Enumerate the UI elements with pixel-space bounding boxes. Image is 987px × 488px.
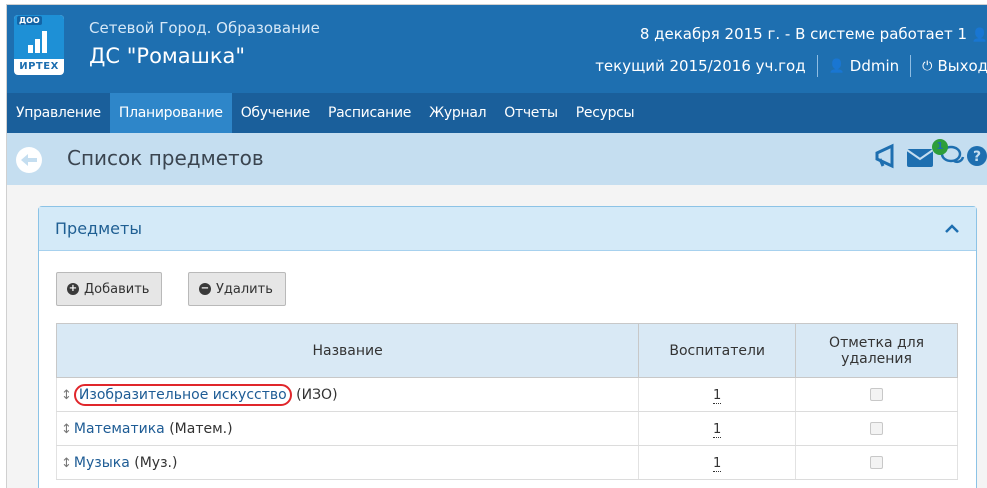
page-title: Список предметов bbox=[67, 146, 264, 170]
app-window: ДОО ИРТЕХ Сетевой Город. Образование ДС … bbox=[6, 4, 987, 488]
user-name[interactable]: Ddmin bbox=[850, 57, 899, 75]
teachers-cell: 1 bbox=[638, 411, 797, 446]
teachers-cell: 1 bbox=[638, 445, 797, 480]
messages-button[interactable]: 1 bbox=[906, 139, 948, 169]
table-row: ↕ Математика (Матем.) 1 bbox=[55, 411, 958, 446]
column-header-teachers[interactable]: Воспитатели bbox=[638, 323, 797, 378]
main-nav: Управление Планирование Обучение Расписа… bbox=[7, 93, 987, 133]
column-header-delete-mark: Отметка для удаления bbox=[795, 323, 958, 378]
delete-mark-cell bbox=[795, 411, 958, 446]
drag-handle-icon[interactable]: ↕ bbox=[61, 388, 72, 403]
logo-brand: ИРТЕХ bbox=[19, 61, 59, 72]
nav-item-reports[interactable]: Отчеты bbox=[495, 93, 566, 133]
logo-badge: ДОО bbox=[17, 16, 42, 25]
divider bbox=[910, 55, 912, 77]
subject-link[interactable]: Математика bbox=[74, 421, 165, 437]
delete-button-label: Удалить bbox=[216, 281, 273, 297]
school-year[interactable]: текущий 2015/2016 уч.год bbox=[595, 57, 805, 75]
date-status-text: 8 декабря 2015 г. - В системе работает 1 bbox=[639, 25, 968, 43]
back-arrow-icon[interactable] bbox=[15, 146, 43, 174]
nav-item-schedule[interactable]: Расписание bbox=[319, 93, 420, 133]
panel-title: Предметы bbox=[55, 219, 142, 238]
teachers-count-link[interactable]: 1 bbox=[713, 387, 722, 404]
nav-item-learning[interactable]: Обучение bbox=[232, 93, 319, 133]
table-row: ↕ Изобразительное искусство (ИЗО) 1 bbox=[55, 377, 958, 412]
system-name: Сетевой Город. Образование bbox=[89, 19, 320, 37]
user-icon: 👤 bbox=[828, 58, 845, 74]
delete-button[interactable]: − Удалить bbox=[188, 272, 286, 306]
svg-text:?: ? bbox=[973, 149, 981, 165]
drag-handle-icon[interactable]: ↕ bbox=[61, 422, 72, 437]
power-icon[interactable]: ⏻ bbox=[922, 59, 932, 74]
minus-circle-icon: − bbox=[199, 283, 211, 295]
column-header-name[interactable]: Название bbox=[55, 323, 640, 378]
messages-badge: 1 bbox=[932, 139, 948, 155]
nav-item-resources[interactable]: Ресурсы bbox=[567, 93, 644, 133]
delete-checkbox[interactable] bbox=[870, 422, 884, 435]
delete-mark-cell bbox=[795, 445, 958, 480]
table-row: ↕ Музыка (Муз.) 1 bbox=[55, 445, 958, 480]
add-button-label: Добавить bbox=[84, 281, 150, 297]
subjects-table: Название Воспитатели Отметка для удалени… bbox=[55, 323, 958, 480]
subject-link[interactable]: Изобразительное искусство bbox=[79, 387, 287, 403]
delete-mark-cell bbox=[795, 377, 958, 412]
nav-item-management[interactable]: Управление bbox=[7, 93, 110, 133]
nav-item-planning[interactable]: Планирование bbox=[109, 93, 232, 133]
teachers-count-link[interactable]: 1 bbox=[713, 421, 722, 438]
help-icon[interactable]: ? bbox=[966, 144, 987, 168]
teachers-count-link[interactable]: 1 bbox=[713, 455, 722, 472]
delete-checkbox[interactable] bbox=[870, 388, 884, 401]
divider bbox=[816, 55, 818, 77]
app-header: ДОО ИРТЕХ Сетевой Город. Образование ДС … bbox=[7, 5, 987, 93]
titlebar-actions: 1 ? bbox=[874, 139, 987, 169]
table-header-row: Название Воспитатели Отметка для удалени… bbox=[55, 323, 958, 378]
subject-name-cell: ↕ Изобразительное искусство (ИЗО) bbox=[55, 377, 640, 412]
delete-checkbox[interactable] bbox=[870, 456, 884, 469]
organization-name: ДС "Ромашка" bbox=[89, 44, 246, 68]
drag-handle-icon[interactable]: ↕ bbox=[61, 456, 72, 471]
highlight-ring: Изобразительное искусство bbox=[73, 383, 292, 406]
subject-abbr: (Муз.) bbox=[134, 454, 178, 471]
teachers-cell: 1 bbox=[638, 377, 797, 412]
nav-item-journal[interactable]: Журнал bbox=[420, 93, 495, 133]
subject-abbr: (ИЗО) bbox=[296, 386, 338, 403]
user-icon: 👤 bbox=[971, 28, 987, 43]
subjects-panel: Предметы + Добавить − Удалить Название В… bbox=[38, 206, 977, 488]
panel-header[interactable]: Предметы bbox=[39, 207, 976, 251]
add-button[interactable]: + Добавить bbox=[56, 272, 163, 306]
subject-name-cell: ↕ Математика (Матем.) bbox=[55, 411, 640, 446]
megaphone-icon[interactable] bbox=[874, 143, 902, 169]
chevron-up-icon[interactable] bbox=[944, 221, 960, 237]
plus-circle-icon: + bbox=[67, 283, 79, 295]
subject-abbr: (Матем.) bbox=[169, 420, 233, 437]
subject-link[interactable]: Музыка bbox=[74, 455, 130, 471]
date-status: 8 декабря 2015 г. - В системе работает 1… bbox=[640, 25, 987, 43]
app-logo[interactable]: ДОО ИРТЕХ bbox=[14, 15, 64, 75]
page-titlebar: Список предметов 1 ? bbox=[7, 133, 987, 185]
user-bar: текущий 2015/2016 уч.год 👤 Ddmin ⏻ Выход bbox=[595, 55, 987, 77]
logout-link[interactable]: Выход bbox=[937, 57, 987, 75]
subject-name-cell: ↕ Музыка (Муз.) bbox=[55, 445, 640, 480]
